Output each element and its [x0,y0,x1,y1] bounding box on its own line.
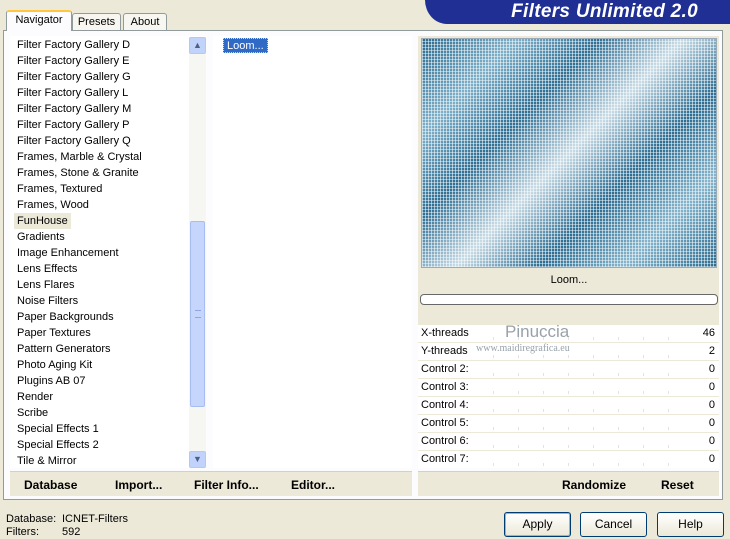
category-item[interactable]: Paper Backgrounds [14,309,117,325]
left-action-bar: Database Import... Filter Info... Editor… [10,471,412,496]
scroll-thumb[interactable] [190,221,205,407]
category-item[interactable]: Gradients [14,229,68,245]
filter-info-button[interactable]: Filter Info... [194,478,259,492]
control-value: 46 [702,327,715,339]
control-value: 2 [708,345,715,357]
filters-count: 592 [62,526,81,538]
control-label: Control 7: [421,453,469,465]
control-label: Control 4: [421,399,469,411]
right-action-bar: Randomize Reset [418,471,719,496]
category-item[interactable]: Filter Factory Gallery P [14,117,132,133]
preview-filter-name: Loom... [550,274,588,286]
category-item[interactable]: Filter Factory Gallery Q [14,133,134,149]
control-value: 0 [708,399,715,411]
control-4[interactable]: Control 4: 0 [418,397,719,414]
database-value: ICNET-Filters [62,513,128,525]
category-item[interactable]: Frames, Wood [14,197,92,213]
scroll-up-button[interactable]: ▲ [189,37,206,54]
category-item[interactable]: Image Enhancement [14,245,122,261]
category-item[interactable]: Lens Effects [14,261,80,277]
category-item[interactable]: Paper Textures [14,325,94,341]
control-value: 0 [708,417,715,429]
category-item[interactable]: Scribe [14,405,51,421]
category-item[interactable]: Lens Flares [14,277,77,293]
control-label: Y-threads [421,345,468,357]
filter-list[interactable]: Loom... [213,36,412,468]
app-title: Filters Unlimited 2.0 [511,1,698,22]
category-item[interactable]: Frames, Marble & Crystal [14,149,145,165]
control-label: Control 6: [421,435,469,447]
category-item[interactable]: Plugins AB 07 [14,373,89,389]
control-value: 0 [708,453,715,465]
category-item[interactable]: Special Effects 1 [14,421,102,437]
title-banner: Filters Unlimited 2.0 [425,0,730,24]
reset-button[interactable]: Reset [661,478,694,492]
filter-item-selected[interactable]: Loom... [223,38,268,53]
control-5[interactable]: Control 5: 0 [418,415,719,432]
category-item[interactable]: Frames, Textured [14,181,105,197]
control-3[interactable]: Control 3: 0 [418,379,719,396]
category-item[interactable]: Special Effects 2 [14,437,102,453]
control-7[interactable]: Control 7: 0 [418,451,719,468]
control-label: Control 3: [421,381,469,393]
category-item-selected[interactable]: FunHouse [14,213,71,229]
randomize-button[interactable]: Randomize [562,478,626,492]
category-item[interactable]: Photo Aging Kit [14,357,95,373]
category-item[interactable]: Filter Factory Gallery M [14,101,134,117]
control-label: Control 2: [421,363,469,375]
help-button[interactable]: Help [657,512,724,537]
filters-label: Filters: [6,526,39,538]
control-value: 0 [708,363,715,375]
category-item[interactable]: Filter Factory Gallery D [14,37,133,53]
category-item[interactable]: Filter Factory Gallery G [14,69,134,85]
control-value: 0 [708,435,715,447]
category-item[interactable]: Frames, Stone & Granite [14,165,142,181]
category-item[interactable]: Filter Factory Gallery L [14,85,131,101]
apply-button[interactable]: Apply [504,512,571,537]
import-button[interactable]: Import... [115,478,162,492]
cancel-button[interactable]: Cancel [580,512,647,537]
watermark-name: Pinuccia [505,322,570,341]
tab-about[interactable]: About [123,13,167,31]
progress-bar [420,294,718,305]
database-button[interactable]: Database [24,478,77,492]
tab-presets[interactable]: Presets [72,13,121,31]
category-item[interactable]: Noise Filters [14,293,81,309]
database-label: Database: [6,513,57,525]
scroll-down-button[interactable]: ▼ [189,451,206,468]
category-item[interactable]: Filter Factory Gallery E [14,53,132,69]
tab-navigator[interactable]: Navigator [6,10,72,31]
grip-icon [195,310,201,318]
category-item[interactable]: Tile & Mirror [14,453,79,468]
editor-button[interactable]: Editor... [291,478,335,492]
category-item[interactable]: Pattern Generators [14,341,114,357]
preview-image [421,38,717,268]
category-scrollbar[interactable]: ▲ ▼ [189,37,206,468]
control-label: X-threads [421,327,469,339]
category-item[interactable]: Render [14,389,56,405]
control-2[interactable]: Control 2: 0 [418,361,719,378]
control-label: Control 5: [421,417,469,429]
control-6[interactable]: Control 6: 0 [418,433,719,450]
control-value: 0 [708,381,715,393]
category-list[interactable]: Filter Factory Gallery D Filter Factory … [10,36,206,468]
watermark-url: www.maidiregrafica.eu [476,343,570,354]
